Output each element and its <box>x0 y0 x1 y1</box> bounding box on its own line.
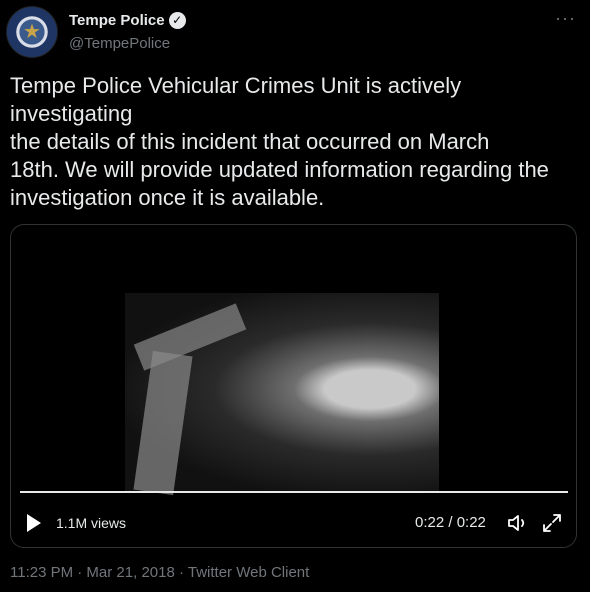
video-frame-detail <box>133 350 193 496</box>
author-name[interactable]: Tempe Police ✓ <box>69 12 186 29</box>
tweet-meta[interactable]: 11:23 PM · Mar 21, 2018 · Twitter Web Cl… <box>10 564 309 581</box>
badge-emblem-icon: ★ <box>23 21 41 43</box>
author-name-text[interactable]: Tempe Police <box>69 12 165 29</box>
video-frame[interactable] <box>125 293 439 496</box>
tweet-line: investigation once it is available. <box>10 185 325 210</box>
play-icon[interactable] <box>27 514 41 532</box>
tweet-line: Tempe Police Vehicular Crimes Unit is ac… <box>10 73 462 98</box>
view-count: 1.1M views <box>56 515 127 531</box>
video-progress-bar[interactable] <box>20 491 568 493</box>
verified-badge-icon: ✓ <box>168 12 186 29</box>
avatar[interactable]: ★ <box>6 6 58 58</box>
volume-icon[interactable] <box>506 511 530 535</box>
video-player[interactable]: 1.1M views 0:22 / 0:22 <box>10 224 577 548</box>
tweet-text: Tempe Police Vehicular Crimes Unit is ac… <box>10 72 582 212</box>
video-time: 0:22 / 0:22 <box>415 514 486 531</box>
author-handle[interactable]: @TempePolice <box>69 35 170 52</box>
tweet-header: ★ Tempe Police ✓ @TempePolice ··· <box>0 0 590 62</box>
tweet-line: investigating <box>10 101 133 126</box>
tweet-line: the details of this incident that occurr… <box>10 129 490 154</box>
fullscreen-icon[interactable] <box>541 512 563 534</box>
tweet-line: 18th. We will provide updated informatio… <box>10 157 549 182</box>
more-icon[interactable]: ··· <box>555 8 576 29</box>
